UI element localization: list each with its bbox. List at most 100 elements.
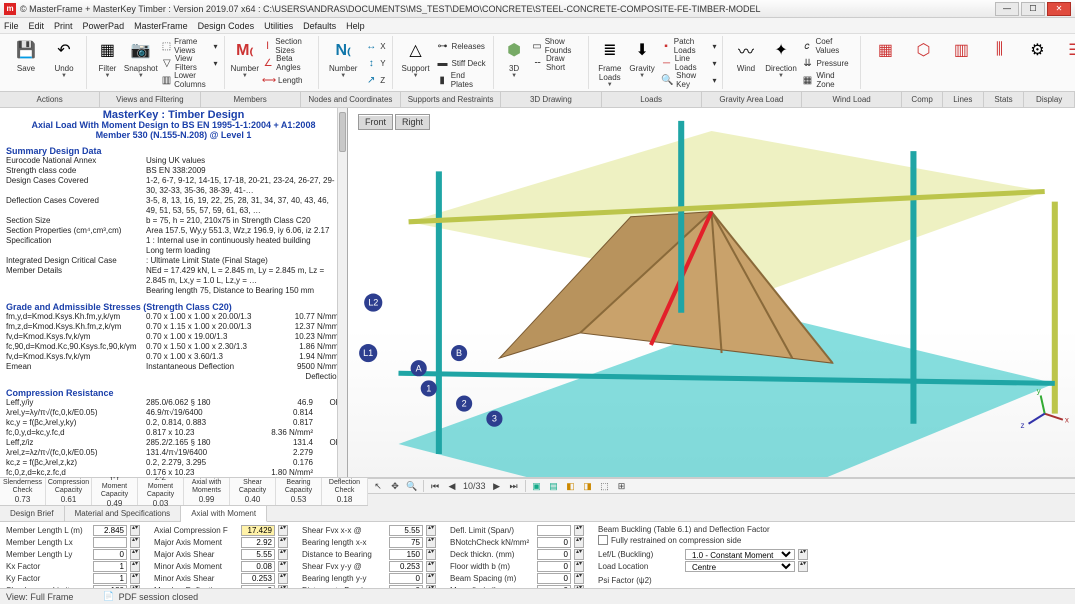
releases-button[interactable]: ⊶Releases [435, 38, 489, 54]
node-number-button[interactable]: N₍Number▼ [325, 36, 361, 88]
tab-supports[interactable]: Supports and Restraints [401, 92, 501, 107]
tab-lines[interactable]: Lines [943, 92, 984, 107]
cursor-icon[interactable]: ↖ [372, 480, 384, 492]
spin-button[interactable]: ▴▾ [130, 525, 140, 536]
form-input[interactable] [389, 561, 423, 572]
menu-edit[interactable]: Edit [29, 21, 45, 31]
coord-x-button[interactable]: ↔X [363, 38, 387, 54]
spin-button[interactable]: ▴▾ [130, 561, 140, 572]
btab-material[interactable]: Material and Specifications [65, 506, 182, 521]
stiff-deck-button[interactable]: ▬Stiff Deck [435, 55, 489, 71]
form-input[interactable] [389, 537, 423, 548]
spin-button[interactable]: ▴▾ [278, 573, 288, 584]
gravity-button[interactable]: ⬇Gravity▼ [627, 36, 657, 88]
form-input[interactable] [241, 561, 275, 572]
support-button[interactable]: △Support▼ [399, 36, 433, 88]
view-tool-6[interactable]: ⊞ [616, 480, 628, 492]
minimize-button[interactable]: — [995, 2, 1019, 16]
tab-actions[interactable]: Actions [0, 92, 100, 107]
frame-views-button[interactable]: ⬚Frame Views ▾ [160, 38, 220, 54]
form-input[interactable] [93, 537, 127, 548]
spin-button[interactable]: ▴▾ [426, 537, 436, 548]
filter-button[interactable]: ▦Filter▼ [93, 36, 122, 88]
form-input[interactable] [537, 537, 571, 548]
restrained-checkbox[interactable] [598, 535, 608, 545]
menu-powerpad[interactable]: PowerPad [83, 21, 125, 31]
spin-button[interactable]: ▴▾ [130, 573, 140, 584]
spin-button[interactable]: ▴▾ [130, 549, 140, 560]
spin-button[interactable]: ▴▾ [426, 525, 436, 536]
view-tool-1[interactable]: ▣ [531, 480, 543, 492]
coef-values-button[interactable]: 𝑐Coef Values [800, 38, 857, 54]
spin-button[interactable]: ▴▾ [130, 537, 140, 548]
view-right-button[interactable]: Right [395, 114, 430, 130]
menu-file[interactable]: File [4, 21, 19, 31]
spin-button[interactable]: ▴▾ [574, 549, 584, 560]
loc-spin[interactable]: ▴▾ [798, 561, 808, 572]
close-button[interactable]: ✕ [1047, 2, 1071, 16]
spin-button[interactable]: ▴▾ [278, 549, 288, 560]
form-input[interactable] [389, 573, 423, 584]
form-input[interactable] [389, 549, 423, 560]
coord-y-button[interactable]: ↕Y [363, 55, 387, 71]
menu-defaults[interactable]: Defaults [303, 21, 336, 31]
pan-icon[interactable]: ✥ [389, 480, 401, 492]
beta-angles-button[interactable]: ∠Beta Angles [261, 55, 314, 71]
next-icon[interactable]: ▶ [491, 480, 503, 492]
settings-button[interactable]: ⚙ [1019, 36, 1055, 88]
draw-short-button[interactable]: ╌Draw Short [530, 55, 583, 71]
wind-button[interactable]: 〰Wind [729, 36, 762, 88]
pressure-button[interactable]: ⇊Pressure [800, 55, 857, 71]
tab-members[interactable]: Members [201, 92, 301, 107]
report-scrollbar[interactable] [337, 108, 347, 477]
3d-button[interactable]: ⬢3D▼ [500, 36, 528, 88]
comp-tool-1[interactable]: ▦ [867, 36, 903, 88]
leff-spin[interactable]: ▴▾ [798, 549, 808, 560]
menu-designcodes[interactable]: Design Codes [198, 21, 255, 31]
model-canvas[interactable]: L1 L2 A B 1 2 3 x y z [348, 108, 1075, 477]
end-plates-button[interactable]: ▮End Plates [435, 72, 489, 88]
tab-comp[interactable]: Comp [902, 92, 943, 107]
tab-stats[interactable]: Stats [984, 92, 1025, 107]
tab-display[interactable]: Display [1024, 92, 1075, 107]
direction-button[interactable]: ✦Direction▼ [765, 36, 798, 88]
view-tool-3[interactable]: ◧ [565, 480, 577, 492]
btab-design-brief[interactable]: Design Brief [0, 506, 65, 521]
section-sizes-button[interactable]: ⅠSection Sizes [261, 38, 314, 54]
tab-3d[interactable]: 3D Drawing [501, 92, 601, 107]
line-loads-button[interactable]: ─Line Loads ▾ [659, 55, 718, 71]
show-key-button[interactable]: 🔍Show Key ▾ [659, 72, 718, 88]
coord-z-button[interactable]: ↗Z [363, 72, 387, 88]
form-input[interactable] [537, 573, 571, 584]
show-founds-button[interactable]: ▭Show Founds [530, 38, 583, 54]
form-input[interactable] [93, 549, 127, 560]
spin-button[interactable]: ▴▾ [574, 525, 584, 536]
form-input[interactable] [537, 549, 571, 560]
spin-button[interactable]: ▴▾ [278, 525, 288, 536]
view-tool-4[interactable]: ◨ [582, 480, 594, 492]
undo-button[interactable]: ↶Undo▼ [46, 36, 82, 88]
spin-button[interactable]: ▴▾ [426, 561, 436, 572]
number-button[interactable]: M₍Number▼ [231, 36, 259, 88]
leff-select[interactable]: 1.0 - Constant Moment [685, 549, 795, 560]
frame-loads-button[interactable]: ≣Frame Loads▼ [595, 36, 625, 88]
menu-masterframe[interactable]: MasterFrame [134, 21, 188, 31]
form-input[interactable] [241, 573, 275, 584]
spin-button[interactable]: ▴▾ [574, 537, 584, 548]
spin-button[interactable]: ▴▾ [278, 537, 288, 548]
tab-views[interactable]: Views and Filtering [100, 92, 200, 107]
form-input[interactable] [389, 525, 423, 536]
lower-columns-button[interactable]: ▥Lower Columns [160, 72, 220, 88]
form-input[interactable] [93, 561, 127, 572]
tab-wind[interactable]: Wind Load [802, 92, 902, 107]
spin-button[interactable]: ▴▾ [278, 561, 288, 572]
zoom-icon[interactable]: 🔍 [406, 480, 418, 492]
save-button[interactable]: 💾Save [8, 36, 44, 88]
patch-loads-button[interactable]: ▪Patch Loads ▾ [659, 38, 718, 54]
first-icon[interactable]: ⏮ [429, 480, 441, 492]
menu-print[interactable]: Print [54, 21, 73, 31]
wind-zone-button[interactable]: ▦Wind Zone [800, 72, 857, 88]
form-input[interactable] [537, 561, 571, 572]
spin-button[interactable]: ▴▾ [574, 561, 584, 572]
comp-tool-6[interactable]: ☰ [1057, 36, 1075, 88]
